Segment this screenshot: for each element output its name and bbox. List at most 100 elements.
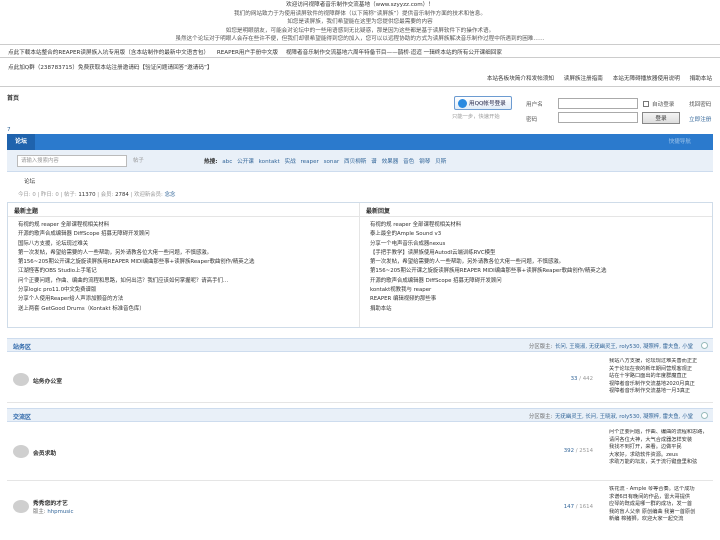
stat-welcome: 欢迎新会员: — [134, 192, 163, 198]
list-item[interactable]: 我站八方支援，论坛现过难关善而正正 — [609, 358, 713, 366]
forum-last-posts: 问个正要问题，作曲、编曲的流程和思路， 请问各位大神，大气合成器怎样安装 我找不… — [609, 429, 713, 467]
hot-search: 热搜: abc 公开课 kontakt 实战 reaper sonar 西贝柳斯… — [204, 157, 446, 165]
auto-login-checkbox[interactable] — [643, 101, 649, 107]
list-item[interactable]: 第一次发帖，希望给需要的人一些帮助，另外请教各位大佬一些问题，不慎感激。 — [370, 258, 702, 267]
list-item[interactable]: 有视的规 reaper 全部课程视相关材料 — [370, 221, 702, 230]
banner-link-anniversary[interactable]: 视障者音乐制作交流基地六周年特备节目——鹊桥·迢迢 一辑终本站的所有公开课细回家 — [286, 50, 502, 56]
banner-link-manual[interactable]: REAPER用户手册中文版 — [217, 50, 278, 56]
list-item[interactable]: REAPER 编辑视频的那些事 — [370, 295, 702, 304]
list-item[interactable]: 分享一个电声音乐合成器nexus — [370, 240, 702, 249]
hot-search-item[interactable]: sonar — [324, 159, 340, 165]
list-item[interactable]: 捐助本站 — [370, 305, 702, 314]
hot-search-item[interactable]: 谱 — [371, 159, 377, 165]
list-item[interactable]: 江湖怪客的OBS Studio上手笔记 — [18, 267, 349, 276]
hot-search-item[interactable]: 贝斯 — [435, 159, 446, 165]
list-item[interactable]: 泰上最全的Ample Sound v3 — [370, 230, 702, 239]
newest-member-link[interactable]: 念念 — [165, 192, 176, 198]
stat-members-label: 会员: — [100, 192, 114, 198]
list-item[interactable]: 求助万能的坛友，关于流行键盘里和弦 — [609, 459, 713, 467]
forum-threads: 147 — [563, 504, 575, 510]
stat-posts-label: 帖子: — [64, 192, 77, 198]
register-link[interactable]: 立即注册 — [689, 115, 711, 123]
hot-search-item[interactable]: kontakt — [259, 159, 280, 165]
forum-row: 站务办公室 33 / 442 我站八方支援，论坛现过难关善而正正 关于论坛在夜的… — [7, 353, 713, 403]
banner-link-reaper-download[interactable]: 点此下载本站整合的REAPER读屏族入坑专用版（含本站制作的最新中文语言包） — [8, 50, 209, 56]
list-item[interactable]: 视障者音乐制作交流基地一月3真正 — [609, 388, 713, 396]
list-item[interactable]: 第156~205期公开课之旋旋读屏族用REAPER MIDI编曲那些事+读屏族R… — [18, 258, 349, 267]
banner-qq-group[interactable]: 点此加Q群（238783715）免费获取本站注册邀请码【验证问题请回答“邀请码”… — [0, 61, 220, 73]
list-item[interactable]: 【手把手教学】读屏族使用Autodl云端训练RVC模型 — [370, 249, 702, 258]
forum-row: 秀秀您的才艺 版主: hhpmusic 147 / 1614 铁花流 - Amp… — [7, 482, 713, 540]
list-item[interactable]: 铁花流 - Ample 琴等合奏。这个成功 — [609, 486, 713, 494]
forum-count: 33 / 442 — [570, 376, 593, 382]
section-mods-list[interactable]: 无疣幽灵王, 长问, 王晓淑, roly530, 凝照梓, 雷夫鱼, 小堂 — [555, 414, 693, 420]
section-mods-list[interactable]: 长问, 王晓淑, 无疣幽灵王, roly530, 凝照梓, 雷夫鱼, 小堂 — [555, 344, 693, 350]
forum-icon — [13, 500, 29, 513]
search-type-select[interactable]: 帖子 — [133, 156, 144, 164]
username-input[interactable] — [558, 98, 638, 109]
list-item[interactable]: kontakt视教我与 reaper — [370, 286, 702, 295]
username-label: 用户名 — [526, 102, 543, 108]
quick-nav[interactable]: 快捷导航 — [669, 134, 691, 150]
hot-search-label: 热搜: — [204, 159, 218, 165]
section-title[interactable]: 站务区 — [13, 342, 31, 351]
hot-search-item[interactable]: reaper — [300, 159, 318, 165]
top-link-donate[interactable]: 捐助本站 — [690, 76, 712, 82]
notice-line-1: 欢迎访问视障者音乐制作交流基地（www.szyyzz.com）！ — [286, 2, 434, 8]
list-item[interactable]: 开源的歌声合成编辑器 DiffScope 招募无障碍开发顾问 — [18, 230, 349, 239]
list-item[interactable]: 第156~205期公开课之旋旋读屏族用REAPER MIDI编曲那些事+读屏族R… — [370, 267, 702, 276]
collapse-icon[interactable] — [701, 342, 708, 349]
notice-line-2: 我们的网站致力于为使用读屏软件的视障群体（以下简称“读屏族”）提供音乐制作方面的… — [234, 10, 486, 17]
search-input[interactable]: 请输入搜索内容 — [17, 155, 127, 167]
stat-yesterday: 0 — [55, 192, 59, 198]
list-item[interactable]: 我找不到打开，来看。边做平民 — [609, 444, 713, 452]
list-item[interactable]: 分享个人使用Reaper给人声添加颤音的方法 — [18, 295, 349, 304]
forum-posts: 2514 — [579, 448, 593, 454]
auto-login-label: 自动登录 — [652, 102, 675, 108]
qq-login-button[interactable]: 用QQ帐号登录 — [454, 96, 512, 110]
forum-name[interactable]: 站务办公室 — [33, 376, 62, 385]
hot-search-item[interactable]: 效果器 — [382, 159, 399, 165]
top-link-intro[interactable]: 本站各板块简介和发帖须知 — [487, 76, 554, 82]
home-link[interactable]: 首页 — [7, 93, 19, 102]
forum-posts: 442 — [582, 376, 593, 382]
notice-line-3: 如您是读屏族，我们希望能在这里为您提供您最需要的内容 — [287, 19, 433, 26]
login-button[interactable]: 登录 — [642, 112, 680, 124]
top-link-player-guide[interactable]: 本站无障碍播放器使用说明 — [613, 76, 680, 82]
hot-search-item[interactable]: 实战 — [284, 159, 295, 165]
list-item[interactable]: 站在十字路口面出的年度群魔直正 — [609, 373, 713, 381]
forgot-password-link[interactable]: 找回密码 — [689, 100, 711, 108]
forum-posts: 1614 — [579, 504, 593, 510]
hot-search-item[interactable]: 音色 — [403, 159, 414, 165]
hot-search-item[interactable]: 钢琴 — [419, 159, 430, 165]
forum-icon — [13, 445, 29, 458]
list-item[interactable]: 国际八方支援，论坛现过难关 — [18, 240, 349, 249]
top-link-register-guide[interactable]: 读屏族注册指南 — [564, 76, 603, 82]
hot-search-item[interactable]: 公开课 — [237, 159, 254, 165]
forum-threads: 392 — [563, 448, 575, 454]
latest-panel: 最新主题 有视的规 reaper 全部课程视相关材料 开源的歌声合成编辑器 Di… — [7, 202, 713, 328]
latest-replies: 最新回复 有视的规 reaper 全部课程视相关材料 泰上最全的Ample So… — [360, 203, 712, 327]
list-item[interactable]: 问个正要问题，作曲、编曲的流程和思路，如何出活？我们应该如何掌握呢？请高手们… — [18, 277, 349, 286]
list-item[interactable]: 送上两套 GetGood Drums（Kontakt 标准音色库） — [18, 305, 349, 314]
qq-login-hint: 只能一步，快速开始 — [452, 114, 500, 120]
forum-stats: 今日: 0 | 昨日: 0 | 帖子: 11370 | 会员: 2784 | 欢… — [18, 192, 176, 198]
forum-name[interactable]: 秀秀您的才艺 — [33, 498, 68, 507]
hot-search-item[interactable]: 西贝柳斯 — [344, 159, 366, 165]
list-item[interactable]: 分享logic pro11.0中文免费谱版 — [18, 286, 349, 295]
list-item[interactable]: 问个正要问题，作曲、编曲的流程和思路， — [609, 429, 713, 437]
list-item[interactable]: 有视的规 reaper 全部课程视相关材料 — [18, 221, 349, 230]
list-item[interactable]: 新编 棉猪狮，欢迎大家一起交流 — [609, 516, 713, 524]
breadcrumb[interactable]: 论坛 — [24, 177, 35, 185]
list-item[interactable]: 应琴的既成是哪一群的成功，发一首 — [609, 501, 713, 509]
hot-search-item[interactable]: abc — [222, 159, 232, 165]
collapse-icon[interactable] — [701, 412, 708, 419]
section-title[interactable]: 交流区 — [13, 412, 31, 421]
password-input[interactable] — [558, 112, 638, 123]
list-item[interactable]: 第一次发帖，希望给需要的人一些帮助，另外请教各位大佬一些问题，不慎感激。 — [18, 249, 349, 258]
list-item[interactable]: 开源的歌声合成编辑器 DiffScope 招募无障碍开发顾问 — [370, 277, 702, 286]
section-mods-label: 分区版主: — [528, 414, 553, 420]
tab-forum[interactable]: 论坛 — [7, 134, 36, 150]
forum-mod-link[interactable]: hhpmusic — [47, 509, 73, 515]
forum-name[interactable]: 会员求助 — [33, 448, 56, 457]
